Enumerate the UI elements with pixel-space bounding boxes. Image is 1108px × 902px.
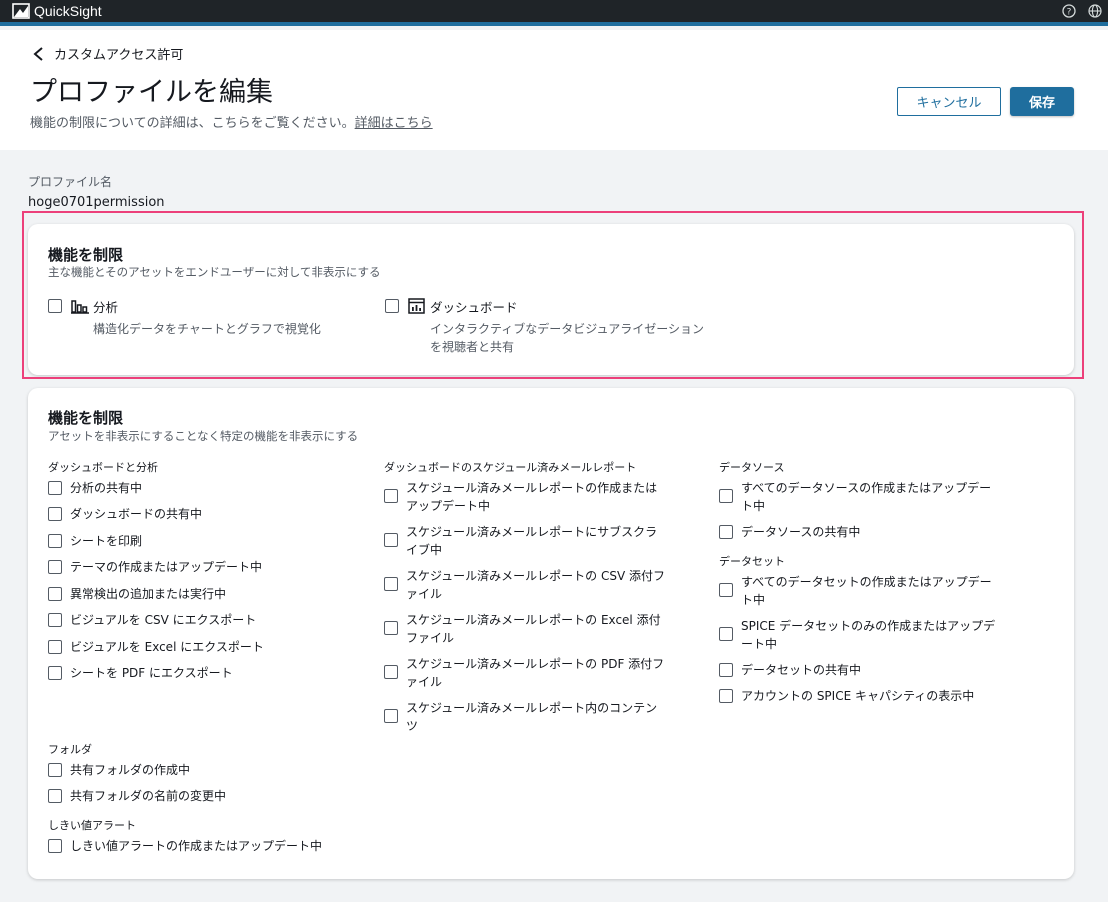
learn-more-link[interactable]: 詳細はこちら bbox=[355, 116, 433, 131]
list-item[interactable]: ビジュアルを CSV にエクスポート bbox=[48, 611, 256, 629]
list-item[interactable]: シートを印刷 bbox=[48, 532, 142, 550]
checkbox[interactable] bbox=[48, 560, 62, 574]
list-item[interactable]: 分析の共有中 bbox=[48, 479, 142, 497]
chevron-left-icon bbox=[33, 46, 43, 61]
list-item[interactable]: スケジュール済みメールレポートの CSV 添付ファイル bbox=[384, 567, 666, 603]
item-label: スケジュール済みメールレポートの Excel 添付ファイル bbox=[406, 613, 661, 645]
item-label: データソースの共有中 bbox=[741, 525, 861, 539]
restrict-features-card: 機能を制限 アセットを非表示にすることなく特定の機能を非表示にする ダッシュボー… bbox=[28, 388, 1074, 879]
checkbox[interactable] bbox=[48, 534, 62, 548]
item-label: 共有フォルダの名前の変更中 bbox=[70, 789, 227, 803]
list-item[interactable]: スケジュール済みメールレポートの PDF 添付ファイル bbox=[384, 655, 666, 691]
checkbox[interactable] bbox=[719, 689, 733, 703]
list-item[interactable]: データセットの共有中 bbox=[719, 661, 861, 679]
checkbox[interactable] bbox=[48, 587, 62, 601]
checkbox[interactable] bbox=[48, 613, 62, 627]
item-label: ダッシュボードの共有中 bbox=[70, 507, 203, 521]
item-label: SPICE データセットのみの作成またはアップデート中 bbox=[741, 619, 996, 651]
item-label: アカウントの SPICE キャパシティの表示中 bbox=[741, 689, 975, 703]
item-label: ビジュアルを CSV にエクスポート bbox=[70, 613, 257, 627]
item-label: テーマの作成またはアップデート中 bbox=[70, 560, 263, 574]
list-item[interactable]: テーマの作成またはアップデート中 bbox=[48, 558, 262, 576]
checkbox[interactable] bbox=[384, 533, 398, 547]
checkbox[interactable] bbox=[48, 507, 62, 521]
top-bar: QuickSight ? bbox=[0, 0, 1108, 26]
checkbox[interactable] bbox=[384, 665, 398, 679]
item-label: ビジュアルを Excel にエクスポート bbox=[70, 640, 264, 654]
list-item[interactable]: アカウントの SPICE キャパシティの表示中 bbox=[719, 687, 974, 705]
list-item[interactable]: すべてのデータソースの作成またはアップデート中 bbox=[719, 479, 1001, 515]
app-name: QuickSight bbox=[34, 3, 102, 19]
list-item[interactable]: ダッシュボードの共有中 bbox=[48, 505, 202, 523]
item-label: 分析の共有中 bbox=[70, 481, 143, 495]
list-item[interactable]: すべてのデータセットの作成またはアップデート中 bbox=[719, 573, 1001, 609]
app-logo[interactable]: QuickSight bbox=[12, 3, 102, 19]
item-label: シートを印刷 bbox=[70, 534, 143, 548]
group-label-folder: フォルダ bbox=[48, 743, 92, 756]
globe-icon[interactable] bbox=[1088, 4, 1102, 18]
list-item[interactable]: スケジュール済みメールレポートの作成またはアップデート中 bbox=[384, 479, 666, 515]
page-subtitle: 機能の制限についての詳細は、こちらをご覧ください。詳細はこちら bbox=[30, 112, 433, 131]
checkbox[interactable] bbox=[384, 489, 398, 503]
checkbox[interactable] bbox=[48, 839, 62, 853]
item-label: スケジュール済みメールレポートの PDF 添付ファイル bbox=[406, 657, 665, 689]
checkbox[interactable] bbox=[384, 621, 398, 635]
list-item[interactable]: スケジュール済みメールレポートにサブスクライブ中 bbox=[384, 523, 666, 559]
list-item[interactable]: スケジュール済みメールレポート内のコンテンツ bbox=[384, 699, 666, 735]
item-label: すべてのデータソースの作成またはアップデート中 bbox=[741, 481, 992, 513]
item-label: スケジュール済みメールレポートの CSV 添付ファイル bbox=[406, 569, 665, 601]
subtitle-text: 機能の制限についての詳細は、こちらをご覧ください。 bbox=[30, 116, 355, 131]
item-label: スケジュール済みメールレポートの作成またはアップデート中 bbox=[406, 481, 658, 513]
checkbox[interactable] bbox=[48, 640, 62, 654]
list-item[interactable]: しきい値アラートの作成またはアップデート中 bbox=[48, 837, 322, 855]
checkbox[interactable] bbox=[48, 789, 62, 803]
highlight-frame bbox=[22, 211, 1084, 379]
item-label: スケジュール済みメールレポートにサブスクライブ中 bbox=[406, 525, 658, 557]
group-label-dataset: データセット bbox=[719, 555, 785, 568]
list-item[interactable]: ビジュアルを Excel にエクスポート bbox=[48, 638, 264, 656]
list-item[interactable]: シートを PDF にエクスポート bbox=[48, 664, 233, 682]
item-label: シートを PDF にエクスポート bbox=[70, 666, 233, 680]
item-label: しきい値アラートの作成またはアップデート中 bbox=[70, 839, 323, 853]
restrict-features-subtitle: アセットを非表示にすることなく特定の機能を非表示にする bbox=[48, 429, 359, 443]
group-label-scheduled-reports: ダッシュボードのスケジュール済みメールレポート bbox=[384, 461, 637, 474]
list-item[interactable]: 共有フォルダの名前の変更中 bbox=[48, 787, 226, 805]
list-item[interactable]: スケジュール済みメールレポートの Excel 添付ファイル bbox=[384, 611, 666, 647]
cancel-button[interactable]: キャンセル bbox=[897, 87, 1001, 116]
quicksight-logo-icon bbox=[12, 3, 30, 19]
checkbox[interactable] bbox=[48, 481, 62, 495]
checkbox[interactable] bbox=[384, 577, 398, 591]
profile-name-value: hoge0701permission bbox=[28, 195, 165, 210]
page-title: プロファイルを編集 bbox=[30, 77, 273, 108]
group-label-dashboard-analysis: ダッシュボードと分析 bbox=[48, 461, 158, 474]
help-icon[interactable]: ? bbox=[1062, 4, 1076, 18]
checkbox[interactable] bbox=[719, 627, 733, 641]
list-item[interactable]: 共有フォルダの作成中 bbox=[48, 761, 190, 779]
checkbox[interactable] bbox=[719, 583, 733, 597]
restrict-features-title: 機能を制限 bbox=[48, 409, 124, 427]
item-label: 共有フォルダの作成中 bbox=[70, 763, 191, 777]
item-label: 異常検出の追加または実行中 bbox=[70, 587, 227, 601]
checkbox[interactable] bbox=[719, 489, 733, 503]
list-item[interactable]: SPICE データセットのみの作成またはアップデート中 bbox=[719, 617, 1001, 653]
svg-text:?: ? bbox=[1067, 8, 1072, 18]
list-item[interactable]: データソースの共有中 bbox=[719, 523, 860, 541]
back-link[interactable]: カスタムアクセス許可 bbox=[32, 44, 183, 63]
profile-name-label: プロファイル名 bbox=[28, 175, 113, 189]
group-label-datasource: データソース bbox=[719, 461, 785, 474]
item-label: すべてのデータセットの作成またはアップデート中 bbox=[741, 575, 992, 607]
page-header: カスタムアクセス許可 プロファイルを編集 機能の制限についての詳細は、こちらをご… bbox=[0, 30, 1108, 150]
checkbox[interactable] bbox=[719, 525, 733, 539]
checkbox[interactable] bbox=[719, 663, 733, 677]
list-item[interactable]: 異常検出の追加または実行中 bbox=[48, 585, 226, 603]
item-label: データセットの共有中 bbox=[741, 663, 862, 677]
checkbox[interactable] bbox=[384, 709, 398, 723]
save-button[interactable]: 保存 bbox=[1010, 87, 1074, 116]
checkbox[interactable] bbox=[48, 763, 62, 777]
group-label-threshold: しきい値アラート bbox=[48, 819, 136, 832]
item-label: スケジュール済みメールレポート内のコンテンツ bbox=[406, 701, 658, 733]
back-label: カスタムアクセス許可 bbox=[54, 48, 184, 63]
checkbox[interactable] bbox=[48, 666, 62, 680]
